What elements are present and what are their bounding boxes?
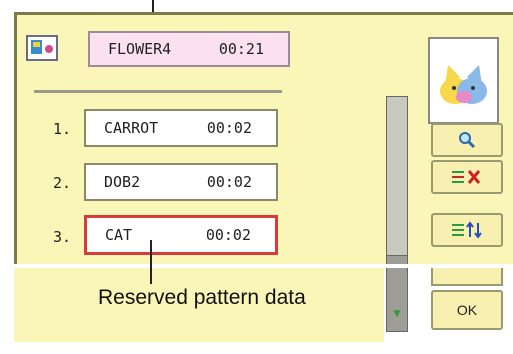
list-delete-icon — [452, 170, 481, 184]
pattern-icon — [26, 35, 58, 61]
list-item-time: 00:02 — [205, 226, 251, 244]
reorder-button[interactable] — [431, 213, 503, 247]
list-reorder-icon — [452, 221, 482, 239]
current-pattern-display: FLOWER4 00:21 — [88, 31, 290, 67]
cat-face-icon — [440, 65, 487, 104]
search-icon — [459, 132, 476, 149]
delete-button[interactable] — [431, 160, 503, 194]
list-item-selected[interactable]: CAT 00:02 — [84, 215, 278, 255]
current-pattern-time: 00:21 — [218, 40, 264, 58]
panel-frame-top — [14, 12, 513, 15]
list-item-name: CARROT — [104, 119, 159, 137]
scrollbar-track-lower[interactable] — [386, 268, 408, 332]
list-item[interactable]: CARROT 00:02 — [84, 109, 278, 147]
list-item-time: 00:02 — [206, 173, 252, 191]
current-pattern-name: FLOWER4 — [108, 40, 172, 58]
list-item-name: CAT — [105, 226, 133, 244]
list-item-number: 3. — [53, 228, 72, 246]
scrollbar-thumb[interactable] — [386, 96, 408, 256]
search-button[interactable] — [431, 123, 503, 157]
list-item-number: 1. — [53, 120, 72, 138]
partial-button[interactable] — [431, 268, 503, 286]
scroll-down-icon[interactable]: ▼ — [390, 306, 404, 320]
annotation-pointer-bottom — [150, 240, 152, 284]
reserved-data-caption: Reserved pattern data — [98, 286, 306, 309]
list-item-name: DOB2 — [104, 173, 141, 191]
pattern-preview — [428, 37, 499, 124]
list-item-time: 00:02 — [206, 119, 252, 137]
divider — [34, 90, 282, 93]
list-item[interactable]: DOB2 00:02 — [84, 163, 278, 201]
list-item-number: 2. — [53, 174, 72, 192]
ok-button[interactable]: OK — [431, 290, 503, 330]
